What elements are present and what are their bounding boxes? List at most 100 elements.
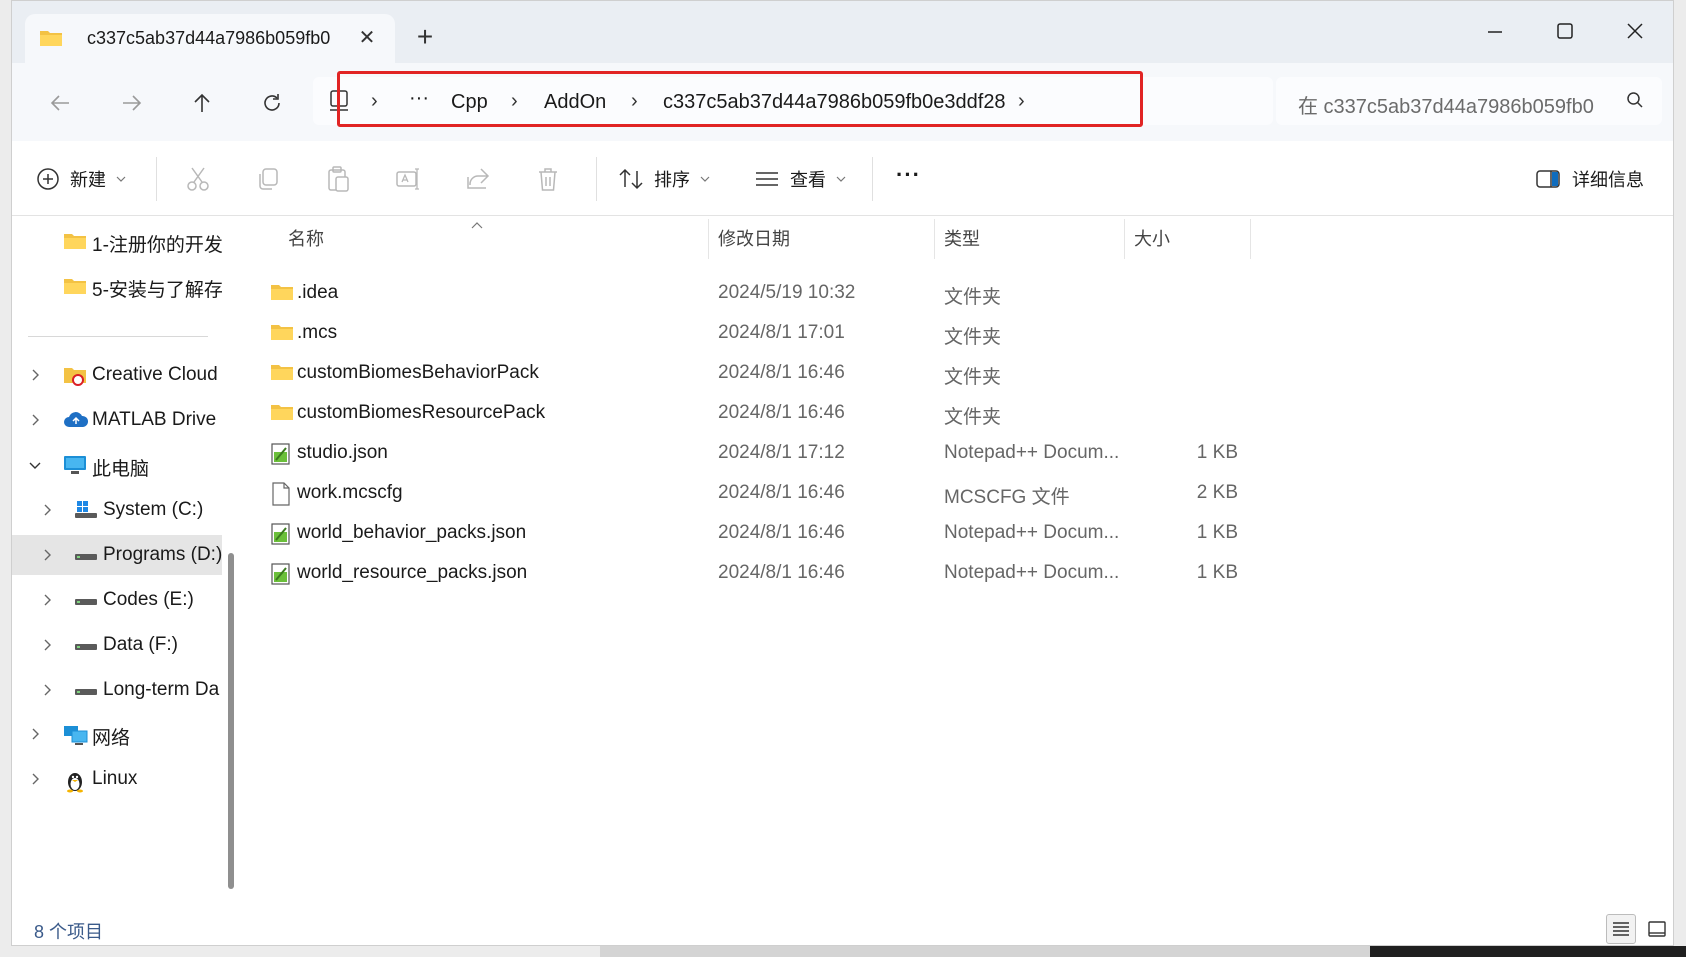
arrow-right-icon [123, 95, 142, 111]
file-row[interactable]: customBiomesResourcePack 2024/8/1 16:46 … [248, 393, 1208, 433]
column-header-type[interactable]: 类型 [944, 225, 980, 265]
sidebar-item-quick-1[interactable]: 1-注册你的开发 [12, 221, 222, 261]
share-icon[interactable] [464, 165, 492, 193]
column-divider[interactable] [1124, 219, 1125, 259]
file-row[interactable]: work.mcscfg 2024/8/1 16:46 MCSCFG 文件 2 K… [248, 473, 1238, 513]
search-icon[interactable] [1626, 91, 1644, 114]
sidebar-item-label: MATLAB Drive [92, 409, 217, 430]
file-row[interactable]: customBiomesBehaviorPack 2024/8/1 16:46 … [248, 353, 1208, 393]
folder-icon [270, 322, 294, 344]
explorer-tab[interactable]: c337c5ab37d44a7986b059fb0 ✕ [25, 14, 395, 64]
details-pane-button[interactable]: 详细信息 [1536, 159, 1644, 199]
rename-icon[interactable] [394, 165, 422, 193]
view-button[interactable]: 查看 [754, 159, 848, 199]
sidebar-item-codes-e[interactable]: Codes (E:) [12, 580, 222, 620]
column-divider[interactable] [1250, 219, 1251, 259]
breadcrumb-separator[interactable]: › [1018, 90, 1025, 113]
file-row[interactable]: .mcs 2024/8/1 17:01 文件夹 [248, 313, 1208, 353]
chevron-right-icon [32, 414, 39, 426]
computer-icon[interactable] [327, 89, 351, 118]
windows-drive-icon [74, 500, 98, 520]
breadcrumb-separator[interactable]: › [511, 90, 518, 113]
copy-icon[interactable] [254, 165, 282, 193]
breadcrumb-addon[interactable]: AddOn [544, 91, 606, 114]
sidebar-item-label: System (C:) [103, 499, 204, 520]
refresh-icon [264, 94, 280, 111]
file-type: Notepad++ Docum... [944, 522, 1120, 543]
sidebar-item-creative-cloud[interactable]: Creative Cloud [12, 355, 222, 395]
sidebar-item-label: 1-注册你的开发 [92, 235, 222, 256]
title-bar: c337c5ab37d44a7986b059fb0 ✕ + [12, 1, 1673, 64]
sidebar-item-this-pc[interactable]: 此电脑 [12, 445, 222, 485]
file-date: 2024/8/1 16:46 [718, 362, 845, 383]
up-button[interactable] [182, 83, 222, 123]
search-box[interactable]: 在 c337c5ab37d44a7986b059fb0 [1276, 77, 1662, 125]
sort-button[interactable]: 排序 [618, 159, 712, 199]
new-button[interactable]: 新建 [36, 159, 128, 199]
sidebar-item-label: 5-安装与了解存 [92, 280, 222, 301]
navigation-bar: › ··· Cpp › AddOn › c337c5ab37d44a7986b0… [12, 63, 1673, 141]
tab-close-button[interactable]: ✕ [353, 24, 381, 52]
file-type: Notepad++ Docum... [944, 442, 1120, 463]
sidebar-item-linux[interactable]: Linux [12, 759, 222, 799]
breadcrumb-separator[interactable]: › [371, 90, 378, 113]
sidebar-item-quick-2[interactable]: 5-安装与了解存 [12, 266, 222, 306]
folder-icon [63, 276, 87, 296]
sidebar-item-data-f[interactable]: Data (F:) [12, 625, 222, 665]
address-bar[interactable]: › ··· Cpp › AddOn › c337c5ab37d44a7986b0… [313, 77, 1273, 125]
blank-file-icon [270, 482, 294, 506]
file-row[interactable]: world_resource_packs.json 2024/8/1 16:46… [248, 553, 1238, 593]
chevron-right-icon [44, 684, 51, 696]
maximize-button[interactable] [1542, 11, 1588, 41]
file-row[interactable]: studio.json 2024/8/1 17:12 Notepad++ Doc… [248, 433, 1238, 473]
column-divider[interactable] [708, 219, 709, 259]
network-icon [63, 724, 88, 745]
breadcrumb-current-folder[interactable]: c337c5ab37d44a7986b059fb0e3ddf28 [663, 91, 1006, 114]
sidebar-item-system-c[interactable]: System (C:) [12, 490, 222, 530]
breadcrumb-overflow-button[interactable]: ··· [409, 87, 429, 110]
minimize-button[interactable] [1472, 11, 1518, 41]
breadcrumb-separator[interactable]: › [631, 90, 638, 113]
sidebar-scrollbar[interactable] [228, 553, 234, 889]
desktop-strip [600, 946, 1370, 957]
sidebar-item-network[interactable]: 网络 [12, 714, 222, 754]
file-date: 2024/8/1 16:46 [718, 522, 845, 543]
file-type: Notepad++ Docum... [944, 562, 1120, 583]
file-date: 2024/8/1 17:12 [718, 442, 845, 463]
column-divider[interactable] [934, 219, 935, 259]
refresh-button[interactable] [252, 83, 292, 123]
file-explorer-window: c337c5ab37d44a7986b059fb0 ✕ + › ··· Cpp … [11, 0, 1674, 946]
sidebar-item-matlab-drive[interactable]: MATLAB Drive [12, 400, 222, 440]
view-list-icon [756, 172, 778, 186]
sidebar-item-long-term[interactable]: Long-term Da [12, 670, 222, 710]
file-row[interactable]: .idea 2024/5/19 10:32 文件夹 [248, 273, 1208, 313]
file-row[interactable]: world_behavior_packs.json 2024/8/1 16:46… [248, 513, 1238, 553]
file-date: 2024/8/1 17:01 [718, 322, 845, 343]
column-header-name[interactable]: 名称 [288, 225, 324, 265]
cut-icon[interactable] [184, 165, 212, 193]
search-input[interactable]: 在 c337c5ab37d44a7986b059fb0 [1298, 90, 1618, 119]
tiles-view-button[interactable] [1642, 914, 1672, 944]
close-window-button[interactable] [1612, 11, 1658, 41]
toolbar-divider [872, 157, 873, 201]
arrow-left-icon [50, 95, 69, 111]
breadcrumb-cpp[interactable]: Cpp [451, 91, 488, 114]
chevron-right-icon [32, 369, 39, 381]
file-date: 2024/8/1 16:46 [718, 562, 845, 583]
column-header-size[interactable]: 大小 [1134, 225, 1170, 265]
back-button[interactable] [40, 83, 80, 123]
file-name: customBiomesResourcePack [297, 402, 546, 423]
file-date: 2024/5/19 10:32 [718, 282, 856, 303]
forward-button[interactable] [112, 83, 152, 123]
paste-icon[interactable] [324, 165, 352, 193]
column-header-date[interactable]: 修改日期 [718, 225, 790, 265]
chevron-down-icon [836, 176, 846, 182]
details-view-button[interactable] [1606, 914, 1636, 944]
tab-title: c337c5ab37d44a7986b059fb0 [87, 28, 331, 48]
status-bar: 8 个项目 [12, 912, 1673, 945]
more-options-button[interactable]: ··· [896, 155, 921, 195]
new-tab-button[interactable]: + [410, 23, 440, 53]
drive-icon [74, 635, 98, 655]
delete-icon[interactable] [534, 165, 562, 193]
sidebar-item-programs-d[interactable]: Programs (D:) [12, 535, 222, 575]
